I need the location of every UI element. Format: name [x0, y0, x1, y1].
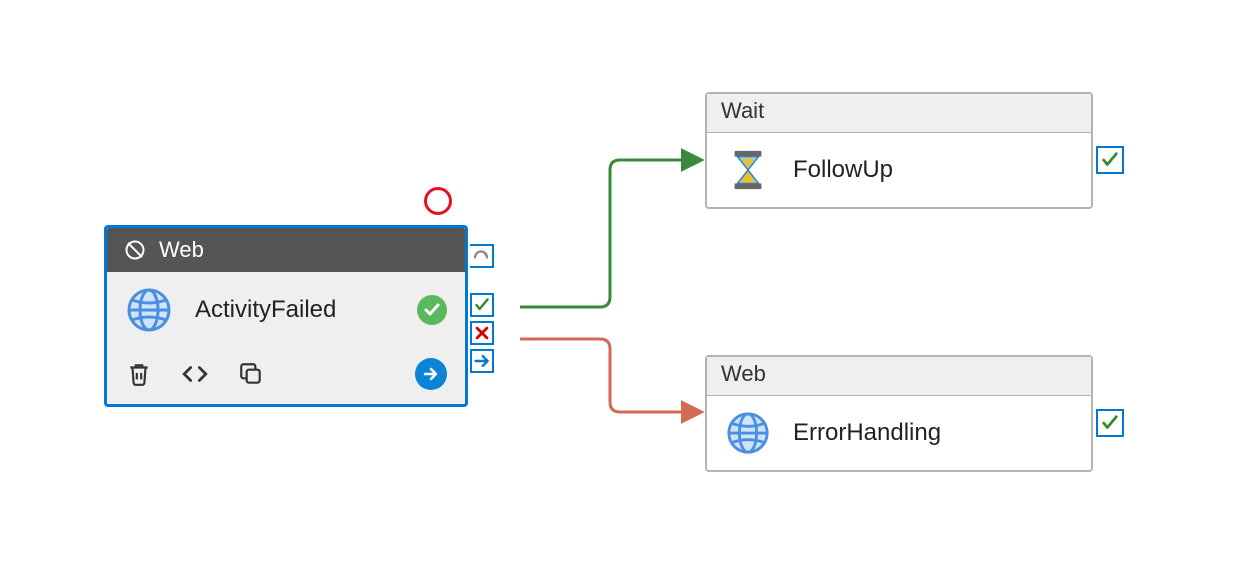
output-port-stack: [470, 244, 494, 268]
code-icon[interactable]: [181, 360, 209, 388]
node-body: FollowUp: [707, 133, 1091, 207]
web-icon: [725, 410, 771, 456]
node-titlebar[interactable]: Wait: [707, 94, 1091, 133]
breakpoint-indicator[interactable]: [424, 187, 452, 215]
wait-hourglass-icon: [725, 147, 771, 193]
port-skip[interactable]: [470, 349, 494, 373]
deactivate-icon: [121, 236, 149, 264]
node-type-label: Wait: [721, 98, 764, 123]
web-icon: [125, 286, 173, 334]
delete-icon[interactable]: [125, 360, 153, 388]
clone-icon[interactable]: [237, 360, 265, 388]
connector-success: [520, 160, 700, 307]
port-completion[interactable]: [470, 244, 494, 268]
port-failure[interactable]: [470, 321, 494, 345]
validation-status-icon: [1096, 409, 1124, 437]
node-actions: [107, 348, 465, 404]
validation-status-icon: [1096, 146, 1124, 174]
activity-node-activityfailed[interactable]: Web ActivityFailed: [104, 225, 468, 407]
node-type-label: Web: [159, 237, 204, 263]
node-type-label: Web: [721, 361, 766, 386]
open-arrow-icon[interactable]: [415, 358, 447, 390]
node-titlebar[interactable]: Web: [107, 228, 465, 272]
activity-node-followup[interactable]: Wait FollowUp: [705, 92, 1093, 209]
port-success[interactable]: [470, 293, 494, 317]
output-port-stack-2: [470, 293, 494, 373]
connector-failure: [520, 339, 700, 412]
node-name-label: FollowUp: [793, 156, 1073, 184]
status-success-icon: [417, 295, 447, 325]
node-body: ErrorHandling: [707, 396, 1091, 470]
node-name-label: ErrorHandling: [793, 419, 1073, 447]
node-body: ActivityFailed: [107, 272, 465, 348]
activity-node-errorhandling[interactable]: Web ErrorHandling: [705, 355, 1093, 472]
node-name-label: ActivityFailed: [195, 296, 395, 324]
node-titlebar[interactable]: Web: [707, 357, 1091, 396]
